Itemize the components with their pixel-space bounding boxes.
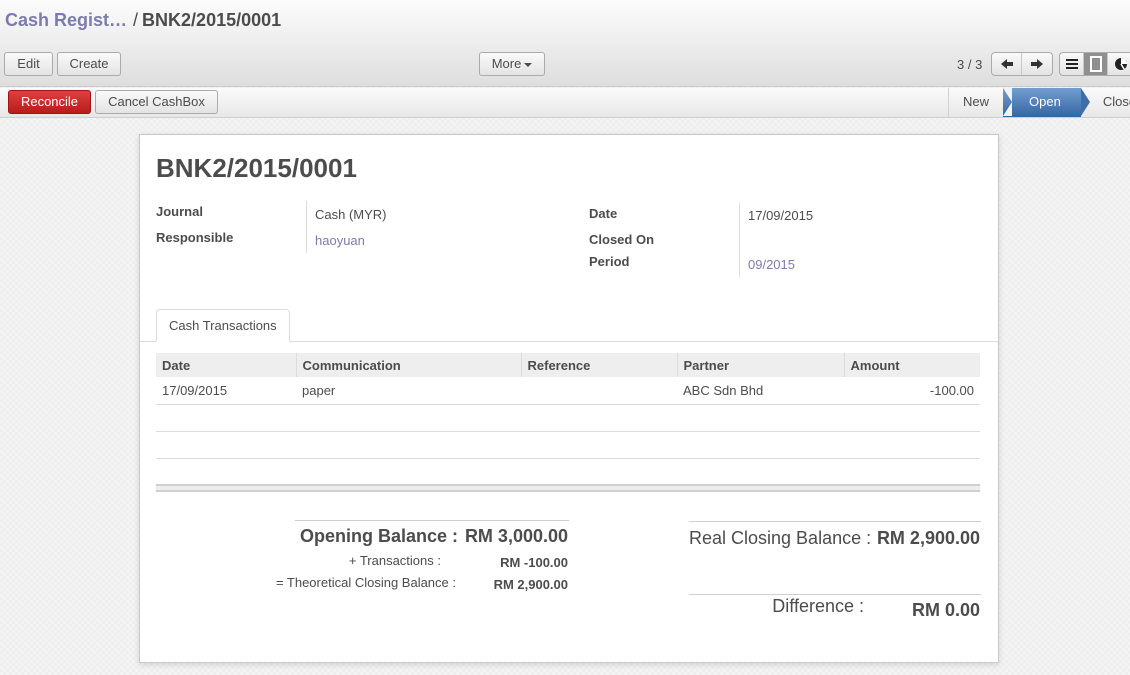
column-header-partner[interactable]: Partner bbox=[677, 353, 845, 377]
transactions-value: RM -100.00 bbox=[500, 555, 568, 570]
breadcrumb: Cash Regist… / BNK2/2015/0001 bbox=[5, 10, 281, 31]
status-stages: New Open Closed bbox=[948, 88, 1130, 117]
cell-reference bbox=[521, 377, 677, 405]
cancel-cashbox-button[interactable]: Cancel CashBox bbox=[95, 90, 218, 114]
breadcrumb-current: BNK2/2015/0001 bbox=[142, 10, 282, 30]
responsible-link[interactable]: haoyuan bbox=[315, 233, 365, 248]
difference-label: Difference : bbox=[772, 596, 864, 616]
status-bar: Reconcile Cancel CashBox New Open Closed bbox=[0, 88, 1130, 118]
difference-value: RM 0.00 bbox=[911, 600, 980, 620]
cash-transactions-table: Date Communication Reference Partner Amo… bbox=[156, 353, 980, 459]
stage-new[interactable]: New bbox=[949, 88, 1003, 117]
pager-previous-button[interactable] bbox=[992, 53, 1022, 75]
cell-amount: -100.00 bbox=[844, 377, 980, 405]
record-title: BNK2/2015/0001 bbox=[156, 153, 357, 183]
create-button[interactable]: Create bbox=[57, 52, 121, 76]
journal-value: Cash (MYR) bbox=[315, 207, 387, 222]
more-dropdown-button[interactable]: More bbox=[479, 52, 545, 76]
closed-on-label: Closed On bbox=[589, 232, 655, 247]
column-header-date[interactable]: Date bbox=[156, 353, 297, 377]
pager-buttons bbox=[991, 52, 1053, 76]
period-link[interactable]: 09/2015 bbox=[748, 257, 795, 272]
responsible-label: Responsible bbox=[156, 230, 234, 245]
list-icon bbox=[1065, 59, 1078, 69]
empty-row bbox=[156, 404, 980, 432]
difference-divider bbox=[689, 594, 981, 595]
journal-label: Journal bbox=[156, 204, 203, 219]
transactions-label: + Transactions : bbox=[348, 553, 441, 568]
stage-open[interactable]: Open bbox=[1003, 88, 1090, 117]
pager-value: 3 / 3 bbox=[957, 57, 983, 72]
caret-down-icon bbox=[524, 62, 533, 67]
arrow-right-icon bbox=[1031, 59, 1043, 69]
pie-chart-icon bbox=[1114, 58, 1127, 70]
real-closing-label: Real Closing Balance : bbox=[689, 528, 872, 548]
reconcile-button[interactable]: Reconcile bbox=[8, 90, 91, 114]
table-row[interactable]: 17/09/2015 paper ABC Sdn Bhd -100.00 bbox=[156, 377, 980, 405]
graph-view-button[interactable] bbox=[1108, 53, 1130, 75]
form-icon bbox=[1089, 56, 1102, 72]
field-divider bbox=[739, 203, 740, 277]
cell-date: 17/09/2015 bbox=[156, 377, 296, 405]
arrow-left-icon bbox=[1000, 59, 1013, 69]
date-value: 17/09/2015 bbox=[748, 208, 814, 223]
control-panel: Cash Regist… / BNK2/2015/0001 Edit Create … bbox=[0, 0, 1130, 87]
opening-balance-value: RM 3,000.00 bbox=[464, 526, 568, 546]
empty-row bbox=[156, 431, 980, 459]
more-label: More bbox=[491, 56, 522, 71]
period-label: Period bbox=[589, 254, 630, 269]
opening-balance-label: Opening Balance : bbox=[299, 526, 458, 546]
pager-next-button[interactable] bbox=[1022, 53, 1052, 75]
form-sheet: BNK2/2015/0001 Journal Cash (MYR) Respon… bbox=[139, 134, 999, 663]
column-header-amount[interactable]: Amount bbox=[844, 353, 980, 377]
stage-closed[interactable]: Closed bbox=[1081, 88, 1130, 117]
date-label: Date bbox=[589, 206, 618, 221]
theoretical-closing-label: = Theoretical Closing Balance : bbox=[275, 575, 456, 590]
view-switcher bbox=[1059, 52, 1130, 76]
column-header-reference[interactable]: Reference bbox=[521, 353, 678, 377]
field-divider bbox=[306, 201, 307, 253]
real-closing-value: RM 2,900.00 bbox=[876, 528, 980, 548]
list-view-button[interactable] bbox=[1060, 53, 1084, 75]
tab-cash-transactions[interactable]: Cash Transactions bbox=[156, 309, 290, 342]
breadcrumb-parent-link[interactable]: Cash Regist… bbox=[5, 10, 127, 30]
theoretical-closing-value: RM 2,900.00 bbox=[493, 577, 568, 592]
cell-communication: paper bbox=[296, 377, 521, 405]
opening-balance-divider bbox=[295, 520, 569, 521]
form-view-button[interactable] bbox=[1084, 53, 1108, 75]
column-header-communication[interactable]: Communication bbox=[296, 353, 522, 377]
cell-partner: ABC Sdn Bhd bbox=[677, 377, 844, 405]
table-footer bbox=[156, 484, 980, 492]
real-closing-divider bbox=[689, 521, 981, 522]
edit-button[interactable]: Edit bbox=[4, 52, 53, 76]
breadcrumb-separator: / bbox=[133, 10, 139, 30]
